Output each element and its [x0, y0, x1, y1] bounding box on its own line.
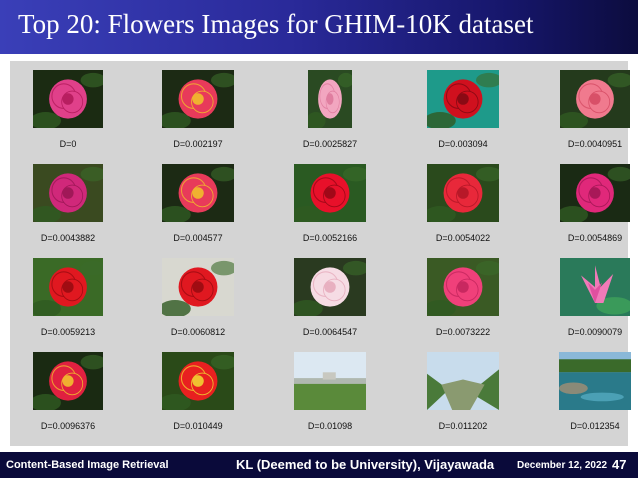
distance-label: D=0.010449 — [173, 421, 223, 431]
result-tile: D=0.0054869 — [545, 158, 638, 250]
distance-label: D=0.0054022 — [435, 233, 491, 243]
result-image — [427, 258, 499, 316]
result-image — [427, 164, 499, 222]
result-tile: D=0.0073222 — [413, 252, 513, 344]
distance-label: D=0.002197 — [173, 139, 223, 149]
page-number: 47 — [612, 457, 627, 472]
result-tile: D=0.0096376 — [18, 346, 118, 438]
distance-label: D=0.01098 — [307, 421, 353, 431]
result-tile: D=0.0040951 — [545, 64, 638, 156]
result-image — [427, 70, 499, 128]
result-image — [162, 352, 234, 410]
result-image — [294, 352, 366, 410]
result-tile: D=0.004577 — [148, 158, 248, 250]
result-tile: D=0.0025827 — [280, 64, 380, 156]
slide-title: Top 20: Flowers Images for GHIM-10K data… — [18, 9, 534, 39]
distance-label: D=0.0073222 — [435, 327, 491, 337]
result-tile: D=0.01098 — [280, 346, 380, 438]
result-tile: D=0.012354 — [545, 346, 638, 438]
result-tile: D=0.0043882 — [18, 158, 118, 250]
result-tile: D=0.0054022 — [413, 158, 513, 250]
result-image — [559, 352, 631, 410]
result-image — [294, 164, 366, 222]
result-tile: D=0.0060812 — [148, 252, 248, 344]
distance-label: D=0.0090079 — [567, 327, 623, 337]
result-tile: D=0.011202 — [413, 346, 513, 438]
distance-label: D=0.011202 — [438, 421, 488, 431]
result-image — [427, 352, 499, 410]
result-image — [308, 70, 352, 128]
distance-label: D=0.0096376 — [40, 421, 96, 431]
result-image — [33, 352, 103, 410]
result-image — [162, 164, 234, 222]
result-tile: D=0.002197 — [148, 64, 248, 156]
result-tile: D=0.0090079 — [545, 252, 638, 344]
result-tile: D=0 — [18, 64, 118, 156]
result-tile: D=0.0064547 — [280, 252, 380, 344]
result-image — [560, 70, 630, 128]
results-grid: D=0 D=0.002197 D=0.0025827 D=0.003094 D=0.00… — [10, 61, 631, 446]
distance-label: D=0.0025827 — [302, 139, 358, 149]
footer-date: December 12, 2022 — [517, 460, 608, 471]
distance-label: D=0.004577 — [173, 233, 223, 243]
result-tile: D=0.003094 — [413, 64, 513, 156]
result-image — [162, 70, 234, 128]
footer-university: KL (Deemed to be University), Vijayawada — [236, 457, 495, 472]
result-image — [33, 70, 103, 128]
result-image — [560, 258, 630, 316]
result-image — [294, 258, 366, 316]
distance-label: D=0.0043882 — [40, 233, 96, 243]
result-tile: D=0.0059213 — [18, 252, 118, 344]
distance-label: D=0 — [59, 139, 77, 149]
distance-label: D=0.0060812 — [170, 327, 226, 337]
footer-bar: Content-Based Image Retrieval KL (Deemed… — [0, 452, 638, 478]
distance-label: D=0.0064547 — [302, 327, 358, 337]
result-image — [560, 164, 630, 222]
distance-label: D=0.0054869 — [567, 233, 623, 243]
result-image — [162, 258, 234, 316]
result-tile: D=0.010449 — [148, 346, 248, 438]
footer-course: Content-Based Image Retrieval — [6, 459, 169, 471]
distance-label: D=0.0040951 — [567, 139, 623, 149]
distance-label: D=0.0059213 — [40, 327, 96, 337]
distance-label: D=0.0052166 — [302, 233, 358, 243]
title-bar: Top 20: Flowers Images for GHIM-10K data… — [0, 0, 638, 54]
distance-label: D=0.003094 — [438, 139, 488, 149]
distance-label: D=0.012354 — [570, 421, 620, 431]
result-image — [33, 258, 103, 316]
result-tile: D=0.0052166 — [280, 158, 380, 250]
result-image — [33, 164, 103, 222]
